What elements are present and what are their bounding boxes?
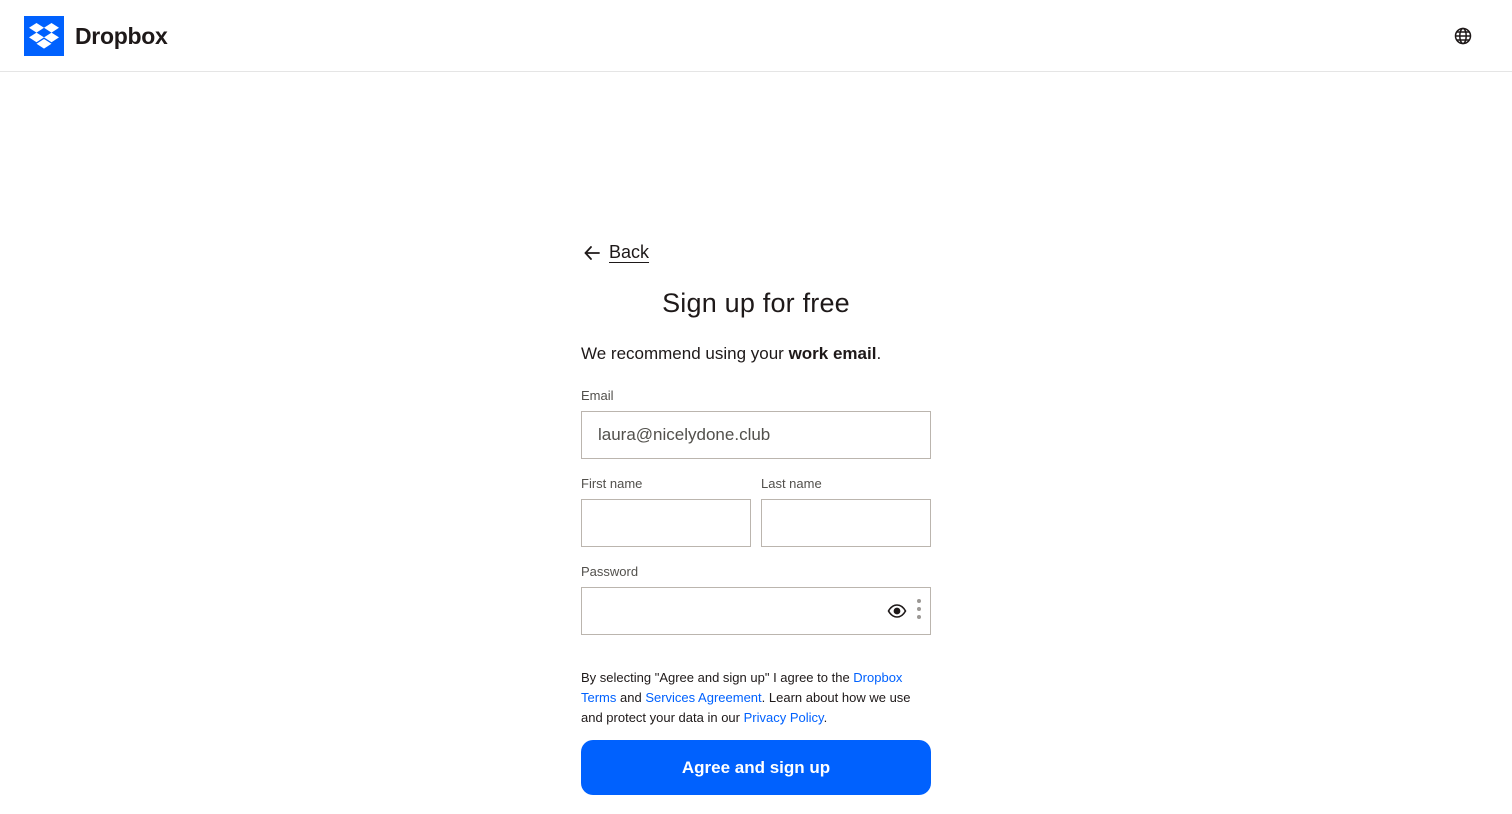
first-name-label: First name [581,476,643,491]
terms-part2: and [616,690,646,705]
top-bar: Dropbox [0,0,1512,72]
recommend-prefix: We recommend using your [581,344,789,363]
globe-icon[interactable] [1453,26,1473,46]
brand-name: Dropbox [75,22,168,49]
dropbox-logo[interactable]: Dropbox [24,16,168,56]
last-name-label: Last name [761,476,822,491]
work-email-recommendation: We recommend using your work email. [581,344,881,364]
arrow-left-icon [583,244,601,262]
terms-part1: By selecting "Agree and sign up" I agree… [581,670,854,685]
email-field[interactable] [581,411,931,459]
recommend-suffix: . [876,344,882,363]
services-agreement-link[interactable]: Services Agreement [645,690,761,705]
eye-icon[interactable] [887,601,907,621]
first-name-field[interactable] [581,499,751,547]
privacy-policy-link[interactable]: Privacy Policy [744,710,824,725]
password-label: Password [581,564,639,579]
dropbox-logo-icon [24,16,64,56]
terms-text: By selecting "Agree and sign up" I agree… [581,668,931,728]
terms-part4: . [823,710,828,725]
back-label: Back [609,242,650,262]
last-name-field[interactable] [761,499,931,547]
more-vertical-icon[interactable] [917,599,921,625]
page-title: Sign up for free [662,288,850,318]
recommend-bold: work email [788,344,877,363]
password-field[interactable] [581,587,931,635]
back-link[interactable]: Back [583,242,649,263]
email-label: Email [581,388,614,403]
agree-and-sign-up-button[interactable]: Agree and sign up [581,740,931,795]
